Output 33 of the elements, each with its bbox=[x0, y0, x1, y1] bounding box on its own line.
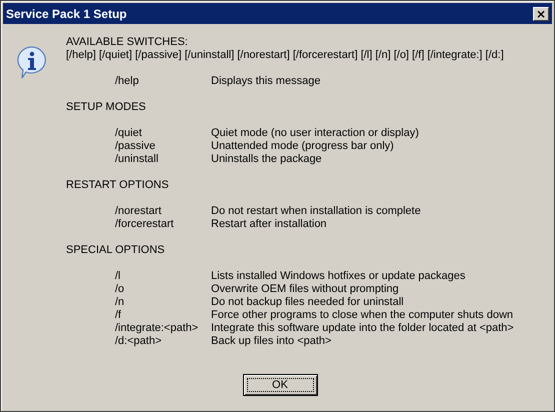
switches-heading: AVAILABLE SWITCHES: bbox=[66, 36, 189, 49]
switch-name: /n bbox=[115, 296, 126, 309]
switch-description: Overwrite OEM files without prompting bbox=[211, 283, 399, 296]
switch-description: Lists installed Windows hotfixes or update packages bbox=[211, 270, 466, 283]
switch-name: /f bbox=[115, 309, 122, 322]
switch-description: Back up files into <path> bbox=[211, 335, 332, 348]
switch-description: Unattended mode (progress bar only) bbox=[211, 140, 394, 153]
switch-description: Do not backup files needed for uninstall bbox=[211, 296, 404, 309]
section-heading: SETUP MODES bbox=[66, 101, 147, 114]
window-title: Service Pack 1 Setup bbox=[6, 6, 127, 20]
switch-name: /integrate:<path> bbox=[115, 322, 200, 335]
switch-name: /help bbox=[115, 75, 140, 88]
section-heading: RESTART OPTIONS bbox=[66, 179, 170, 192]
ok-button[interactable]: OK bbox=[242, 374, 318, 396]
switch-description: Restart after installation bbox=[211, 218, 327, 231]
switch-description: Uninstalls the package bbox=[211, 153, 322, 166]
section-heading: SPECIAL OPTIONS bbox=[66, 244, 166, 257]
switch-name: /o bbox=[115, 283, 126, 296]
close-button[interactable]: × bbox=[533, 6, 549, 20]
switch-name: /l bbox=[115, 270, 122, 283]
switch-name: /passive bbox=[115, 140, 156, 153]
switch-name: /norestart bbox=[115, 205, 162, 218]
switch-name: /uninstall bbox=[115, 153, 160, 166]
switch-name: /d:<path> bbox=[115, 335, 162, 348]
switches-list: [/help] [/quiet] [/passive] [/uninstall] [/norestart] [/forcerestart] [/l] [/n] [/o] [/f] [/integrate:] [/d:] bbox=[66, 49, 514, 62]
switch-name: /forcerestart bbox=[115, 218, 175, 231]
info-icon bbox=[16, 45, 48, 79]
switch-description: Do not restart when installation is complete bbox=[211, 205, 421, 218]
switch-description: Displays this message bbox=[211, 75, 320, 88]
switch-name: /quiet bbox=[115, 127, 143, 140]
switch-description: Quiet mode (no user interaction or display) bbox=[211, 127, 419, 140]
switch-description: Integrate this software update into the folder located at <path> bbox=[211, 322, 514, 335]
switch-description: Force other programs to close when the computer shuts down bbox=[211, 309, 514, 322]
